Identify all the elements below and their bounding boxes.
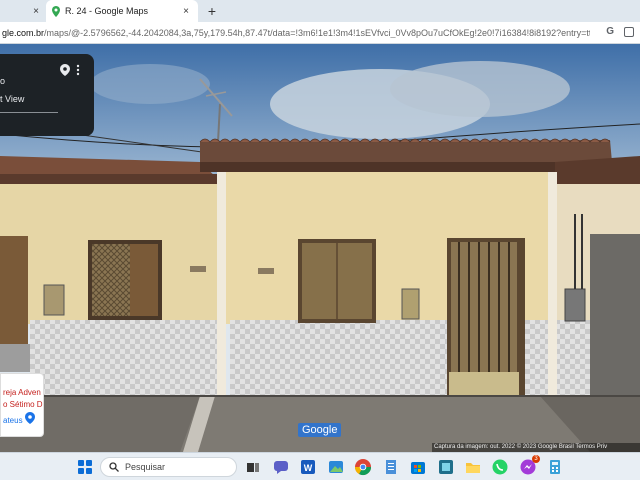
tab-google-maps[interactable]: R. 24 - Google Maps × — [46, 0, 198, 22]
more-options-icon[interactable] — [74, 64, 82, 76]
messenger-icon[interactable]: 3 — [519, 455, 540, 476]
maps-favicon-icon — [52, 5, 60, 17]
url-path: /maps/@-2.5796562,-44.2042084,3a,75y,179… — [44, 27, 590, 38]
address-bar[interactable]: gle.com.br/maps/@-2.5796562,-44.2042084,… — [0, 22, 640, 44]
search-placeholder: Pesquisar — [125, 462, 166, 472]
google-lens-icon[interactable]: G — [606, 26, 614, 37]
photos-icon[interactable] — [327, 458, 345, 476]
browser-tab-bar: × R. 24 - Google Maps × + — [0, 0, 640, 22]
screen: × R. 24 - Google Maps × + gle.com.br/map… — [0, 0, 640, 480]
info-card-title: o — [0, 76, 6, 86]
imagery-credits: Captura da imagem: out. 2022 © 2023 Goog… — [432, 443, 640, 452]
street-view-info-card[interactable]: o t View — [0, 54, 94, 136]
notification-badge: 3 — [532, 455, 540, 463]
address-bar-icons: G — [606, 26, 634, 37]
new-tab-button[interactable]: + — [203, 2, 221, 20]
place-name-line-3: ateus — [3, 416, 23, 425]
tab-title: R. 24 - Google Maps — [65, 6, 149, 16]
location-pin-icon[interactable] — [60, 64, 70, 76]
place-name-line-1: reja Adven — [3, 388, 41, 397]
info-card-subtitle: t View — [0, 94, 25, 104]
previous-tab[interactable]: × — [0, 0, 46, 22]
nearby-place-card[interactable]: reja Adven o Sétimo D ateus — [0, 373, 44, 437]
windows-start-icon[interactable] — [78, 460, 92, 474]
notepad-icon[interactable] — [382, 458, 400, 476]
windows-taskbar: Pesquisar W 3 — [0, 452, 640, 480]
chrome-icon[interactable] — [354, 458, 372, 476]
store-icon[interactable] — [409, 458, 427, 476]
google-logo: Google — [298, 423, 342, 437]
url-field[interactable]: gle.com.br/maps/@-2.5796562,-44.2042084,… — [0, 28, 590, 38]
extension-icon[interactable] — [624, 26, 634, 37]
previous-tab-close-icon[interactable]: × — [30, 6, 42, 17]
whatsapp-icon[interactable] — [491, 458, 509, 476]
search-icon — [109, 462, 119, 472]
chat-icon[interactable] — [272, 458, 290, 476]
tab-close-icon[interactable]: × — [180, 6, 192, 17]
street-view-panorama[interactable] — [0, 44, 640, 452]
info-card-divider — [0, 112, 58, 113]
url-host: gle.com.br — [2, 27, 45, 38]
task-view-icon[interactable] — [244, 458, 262, 476]
place-pin-icon — [25, 412, 35, 424]
svg-text:W: W — [304, 463, 313, 473]
word-icon[interactable]: W — [299, 458, 317, 476]
taskbar-search[interactable]: Pesquisar — [100, 457, 237, 477]
app-icon[interactable] — [437, 458, 455, 476]
calculator-icon[interactable] — [546, 458, 564, 476]
place-name-line-2: o Sétimo D — [3, 400, 43, 409]
street-scene-image — [0, 44, 640, 452]
file-explorer-icon[interactable] — [464, 458, 482, 476]
